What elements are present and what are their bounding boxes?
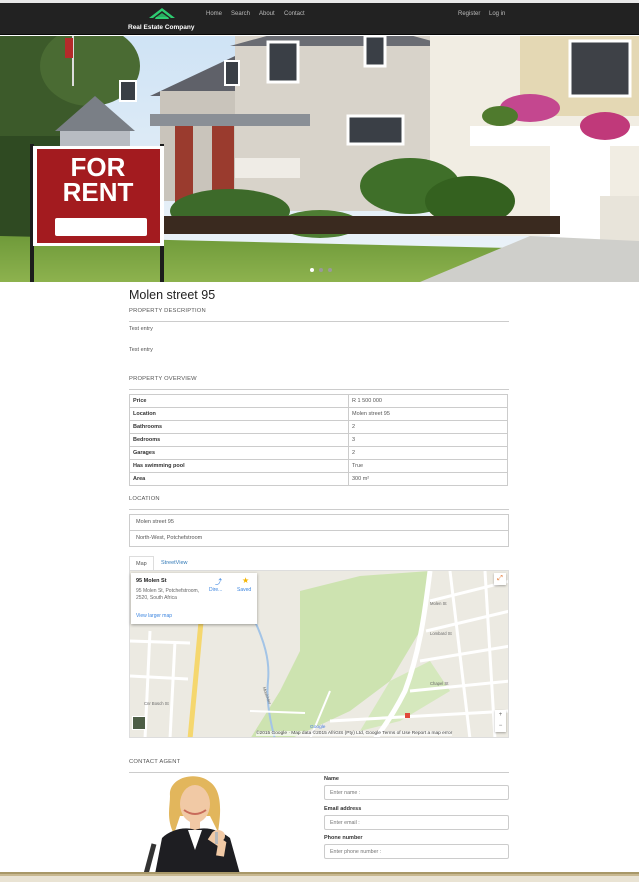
map-label: Cnr Bosch St <box>144 701 169 706</box>
overview-value: 2 <box>348 420 508 434</box>
zoom-controls: + − <box>495 710 506 732</box>
hero-carousel[interactable]: FOR RENT <box>0 36 639 282</box>
table-row: Bathrooms 2 <box>129 420 508 434</box>
directions-link[interactable]: Dire... <box>209 587 222 593</box>
nav-search[interactable]: Search <box>231 11 250 17</box>
tab-map[interactable]: Map <box>129 556 154 571</box>
agent-portrait <box>143 776 240 874</box>
directions-icon[interactable]: ⤴ <box>215 577 222 587</box>
overview-label: Has swimming pool <box>129 459 349 473</box>
table-row: Area 300 m² <box>129 472 508 486</box>
navbar: Real Estate Company Home Search About Co… <box>0 3 639 35</box>
satellite-toggle[interactable] <box>132 716 146 730</box>
google-wordmark: Google <box>310 725 326 730</box>
overview-label: Bathrooms <box>129 420 349 434</box>
overview-value: R 1 500 000 <box>348 394 508 408</box>
nav-register[interactable]: Register <box>458 11 480 17</box>
location-street: Molen street 95 <box>129 514 509 531</box>
divider <box>129 321 509 322</box>
email-label: Email address <box>324 806 362 812</box>
overview-value: Molen street 95 <box>348 407 508 421</box>
overview-label: Area <box>129 472 349 486</box>
table-row: Bedrooms 3 <box>129 433 508 447</box>
location-heading: LOCATION <box>129 496 160 502</box>
table-row: Has swimming pool True <box>129 459 508 473</box>
divider <box>129 772 509 773</box>
nav-contact[interactable]: Contact <box>284 11 305 17</box>
zoom-in-button[interactable]: + <box>495 710 506 721</box>
name-input[interactable] <box>324 785 509 800</box>
carousel-dot[interactable] <box>328 268 332 272</box>
nav-about[interactable]: About <box>259 11 275 17</box>
map-attribution[interactable]: ©2015 Google · Map data ©2015 AfriGIS (P… <box>256 731 453 736</box>
brand-logo[interactable]: Real Estate Company <box>128 7 200 33</box>
star-icon[interactable]: ★ <box>242 576 249 585</box>
table-row: Garages 2 <box>129 446 508 460</box>
table-row: Location Molen street 95 <box>129 407 508 421</box>
property-title: Molen street 95 <box>129 288 216 302</box>
map-label: Chapel St <box>430 681 449 686</box>
overview-value: 2 <box>348 446 508 460</box>
carousel-dot[interactable] <box>310 268 314 272</box>
description-line: Test entry <box>129 326 153 332</box>
for-rent-sign-line2: RENT <box>62 177 134 207</box>
saved-link[interactable]: Saved <box>237 587 251 593</box>
house-logo-icon <box>149 8 175 19</box>
divider <box>129 509 509 510</box>
phone-input[interactable] <box>324 844 509 859</box>
map-label: Lombard St <box>430 631 452 636</box>
table-row: Price R 1 500 000 <box>129 394 508 408</box>
fullscreen-icon[interactable]: ⤢ <box>494 573 506 585</box>
overview-table: Price R 1 500 000 Location Molen street 95… <box>129 394 508 486</box>
overview-value: 300 m² <box>348 472 508 486</box>
map-info-card: 95 Molen St 95 Molen St, Potchefstroom, … <box>131 573 257 624</box>
footer-strip <box>0 876 639 882</box>
nav-home[interactable]: Home <box>206 11 222 17</box>
description-line: Test entry <box>129 347 153 353</box>
brand-name: Real Estate Company <box>128 24 195 31</box>
info-place-name: 95 Molen St <box>136 578 167 584</box>
info-address: 95 Molen St, Potchefstroom, 2520, South … <box>136 588 200 601</box>
description-heading: PROPERTY DESCRIPTION <box>129 308 206 314</box>
overview-label: Location <box>129 407 349 421</box>
overview-label: Garages <box>129 446 349 460</box>
name-label: Name <box>324 776 339 782</box>
view-larger-map-link[interactable]: View larger map <box>136 613 172 619</box>
overview-heading: PROPERTY OVERVIEW <box>129 376 197 382</box>
overview-label: Bedrooms <box>129 433 349 447</box>
phone-label: Phone number <box>324 835 363 841</box>
agent-photo <box>140 774 252 874</box>
location-region: North-West, Potchefstroom <box>129 530 509 547</box>
email-input[interactable] <box>324 815 509 830</box>
overview-label: Price <box>129 394 349 408</box>
zoom-out-button[interactable]: − <box>495 721 506 732</box>
carousel-dot[interactable] <box>319 268 323 272</box>
overview-value: True <box>348 459 508 473</box>
divider <box>129 389 509 390</box>
map-label: Molen St <box>430 601 447 606</box>
tab-streetview[interactable]: StreetView <box>155 556 194 571</box>
nav-login[interactable]: Log in <box>489 11 505 17</box>
overview-value: 3 <box>348 433 508 447</box>
contact-heading: CONTACT AGENT <box>129 759 181 765</box>
